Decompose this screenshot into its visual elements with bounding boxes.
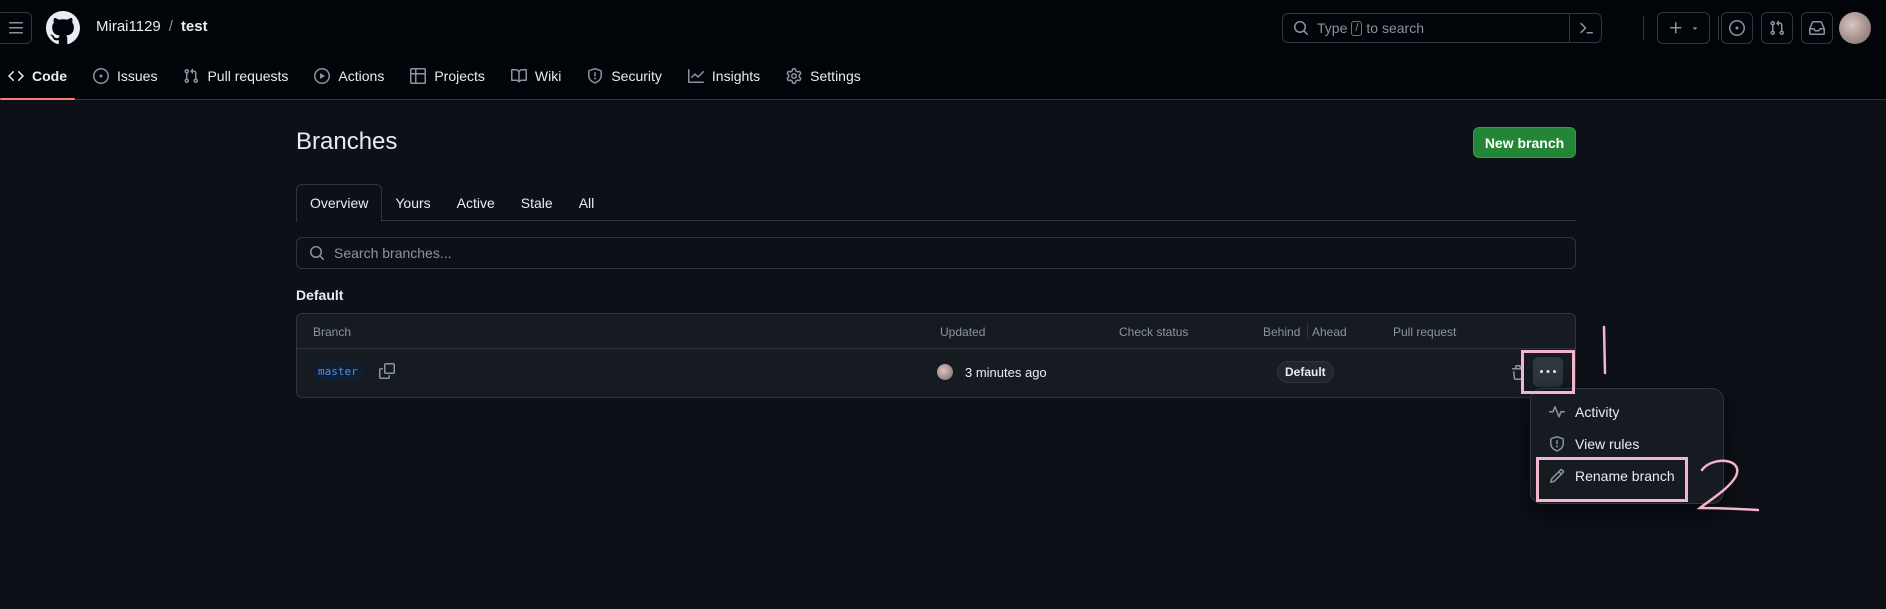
annotation-mark-1 <box>1602 325 1607 375</box>
nav-label: Insights <box>711 68 761 84</box>
nav-pull-requests[interactable]: Pull requests <box>175 56 296 96</box>
new-branch-button[interactable]: New branch <box>1473 127 1576 158</box>
copy-icon <box>379 363 395 379</box>
author-avatar[interactable] <box>937 364 953 380</box>
nav-label: Settings <box>810 68 861 84</box>
search-icon <box>310 246 325 261</box>
table-header: Branch Updated Check status Behind Ahead… <box>297 314 1575 349</box>
nav-security[interactable]: Security <box>579 56 670 96</box>
nav-insights[interactable]: Insights <box>680 56 768 96</box>
branches-table: Branch Updated Check status Behind Ahead… <box>296 313 1576 398</box>
annotation-highlight-rename <box>1536 457 1688 502</box>
branch-search-input[interactable]: Search branches... <box>296 237 1576 269</box>
nav-label: Projects <box>434 68 485 84</box>
terminal-icon <box>1579 22 1593 34</box>
section-heading-default: Default <box>296 287 344 303</box>
tab-stale[interactable]: Stale <box>508 184 566 221</box>
search-shortcut-key: / <box>1351 20 1363 36</box>
create-new-button[interactable] <box>1657 12 1710 44</box>
annotation-highlight-more-button <box>1521 350 1575 394</box>
pull-request-icon <box>1770 20 1785 36</box>
column-header-pull-request: Pull request <box>1393 325 1457 339</box>
copy-branch-button[interactable] <box>379 363 395 384</box>
updated-time: 3 minutes ago <box>965 365 1047 380</box>
code-icon <box>8 70 24 82</box>
issues-button[interactable] <box>1721 12 1753 44</box>
command-palette-button[interactable] <box>1569 14 1601 42</box>
inbox-button[interactable] <box>1801 12 1833 44</box>
book-icon <box>510 68 527 83</box>
play-icon <box>314 68 331 84</box>
pull-request-icon <box>184 68 199 84</box>
tab-overview[interactable]: Overview <box>296 184 383 222</box>
table-icon <box>410 68 427 84</box>
nav-label: Wiki <box>534 68 562 84</box>
nav-projects[interactable]: Projects <box>402 56 493 96</box>
branch-name-link[interactable]: master <box>313 362 363 381</box>
annotation-mark-2 <box>1696 459 1760 512</box>
plus-icon <box>1669 22 1681 34</box>
nav-label: Issues <box>117 68 158 84</box>
gear-icon <box>786 68 802 84</box>
tab-active[interactable]: Active <box>444 184 508 221</box>
header-divider <box>1643 16 1644 40</box>
branch-search-placeholder: Search branches... <box>334 245 452 261</box>
column-header-ahead: Ahead <box>1312 325 1347 339</box>
default-badge: Default <box>1277 361 1334 383</box>
user-avatar[interactable] <box>1839 12 1871 44</box>
search-prefix: Type <box>1317 20 1348 36</box>
shield-icon <box>1550 436 1564 452</box>
nav-actions[interactable]: Actions <box>306 56 392 96</box>
nav-label: Actions <box>338 68 385 84</box>
graph-icon <box>687 69 704 83</box>
tab-yours[interactable]: Yours <box>382 184 443 221</box>
top-bar: Mirai1129 / test Type / to search <box>0 0 1886 56</box>
search-suffix: to search <box>1366 20 1425 36</box>
pull-requests-button[interactable] <box>1761 12 1793 44</box>
nav-label: Code <box>32 68 67 84</box>
repo-owner-link[interactable]: Mirai1129 <box>96 18 161 35</box>
nav-settings[interactable]: Settings <box>778 56 869 96</box>
global-search-input[interactable]: Type / to search <box>1282 13 1602 43</box>
pulse-icon <box>1549 406 1565 418</box>
inbox-icon <box>1809 21 1825 35</box>
column-header-behind: Behind <box>1263 325 1301 339</box>
github-logo-icon[interactable] <box>46 11 80 45</box>
table-row: master 3 minutes ago Default <box>297 349 1575 397</box>
menu-item-label: Activity <box>1575 404 1620 420</box>
tab-all[interactable]: All <box>566 184 608 221</box>
header-divider <box>1718 16 1719 40</box>
branch-tabs: Overview Yours Active Stale All <box>296 184 1576 222</box>
menu-item-view-rules[interactable]: View rules <box>1539 429 1717 459</box>
menu-item-label: View rules <box>1575 436 1640 452</box>
repo-nav: Code Issues Pull requests Actions Projec… <box>0 56 879 100</box>
behind-ahead-divider <box>1307 323 1308 339</box>
nav-label: Pull requests <box>207 68 289 84</box>
issue-icon <box>1729 20 1745 36</box>
repo-breadcrumb: Mirai1129 / test <box>96 18 208 35</box>
repo-name-link[interactable]: test <box>181 18 208 35</box>
nav-issues[interactable]: Issues <box>85 56 165 96</box>
app-header: Mirai1129 / test Type / to search Code I… <box>0 0 1886 100</box>
search-icon <box>1294 21 1309 36</box>
menu-button[interactable] <box>0 12 32 44</box>
nav-label: Security <box>611 68 662 84</box>
nav-wiki[interactable]: Wiki <box>503 56 569 96</box>
column-header-updated: Updated <box>940 325 986 339</box>
page-title: Branches <box>296 128 398 155</box>
column-header-branch: Branch <box>313 325 352 339</box>
breadcrumb-separator: / <box>168 18 173 35</box>
column-header-check-status: Check status <box>1119 325 1189 339</box>
hamburger-icon <box>8 22 23 34</box>
caret-down-icon <box>1692 27 1697 30</box>
nav-code[interactable]: Code <box>0 56 75 100</box>
issue-icon <box>93 68 109 84</box>
menu-item-activity[interactable]: Activity <box>1539 397 1717 427</box>
shield-icon <box>588 68 603 84</box>
